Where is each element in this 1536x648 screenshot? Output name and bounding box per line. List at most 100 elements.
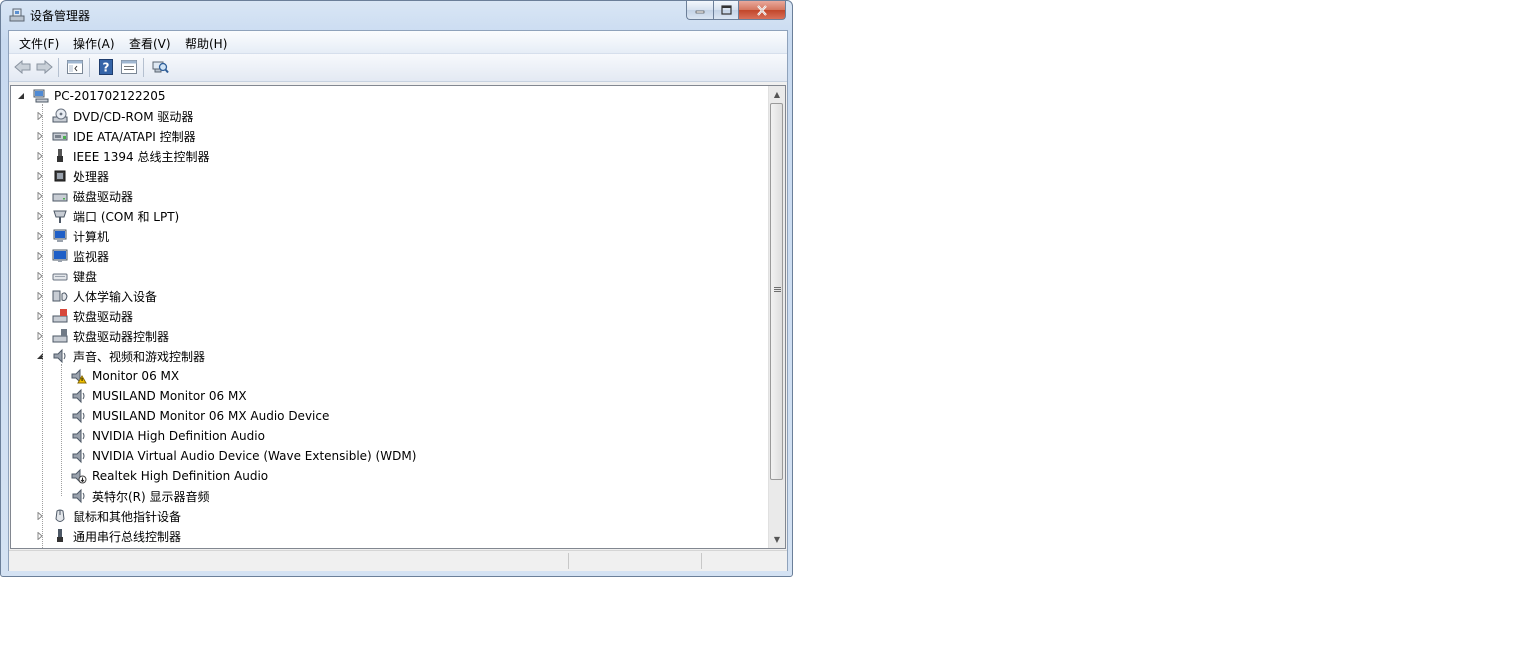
tree-item-label: 声音、视频和游戏控制器 <box>73 349 206 364</box>
dvd-drive-icon <box>52 108 68 123</box>
tree-item-label: Monitor 06 MX <box>92 369 180 383</box>
tree-device[interactable]: Realtek High Definition Audio <box>71 466 268 486</box>
title-bar[interactable]: 设备管理器 <box>1 1 792 29</box>
device-manager-window: 设备管理器 文件(F) 操作(A) 查看(V) 帮助(H) ? ▲ ▼ PC-2… <box>0 0 793 577</box>
tree-item-label: 端口 (COM 和 LPT) <box>73 209 180 224</box>
tree-device[interactable]: 英特尔(R) 显示器音频 <box>71 486 210 506</box>
menu-bar: 文件(F) 操作(A) 查看(V) 帮助(H) <box>9 31 787 54</box>
tree-item-label: 软盘驱动器 <box>73 309 134 324</box>
help-icon: ? <box>99 59 113 75</box>
maximize-icon <box>720 5 732 15</box>
processor-icon <box>54 170 66 182</box>
tree-item-label: NVIDIA Virtual Audio Device (Wave Extens… <box>92 449 417 463</box>
tree-item-label: NVIDIA High Definition Audio <box>92 429 265 443</box>
scroll-down-icon: ▼ <box>773 535 781 544</box>
vertical-scrollbar[interactable]: ▲ ▼ <box>768 86 785 548</box>
tree-category[interactable]: 磁盘驱动器 <box>52 186 133 206</box>
tree-category[interactable]: 软盘驱动器 <box>52 306 133 326</box>
menu-action[interactable]: 操作(A) <box>73 35 115 52</box>
menu-file[interactable]: 文件(F) <box>19 35 59 52</box>
port-icon <box>53 210 67 223</box>
back-icon <box>13 60 30 74</box>
svg-text:?: ? <box>103 61 110 75</box>
tree-item-label: 人体学输入设备 <box>73 289 158 304</box>
tree-item-label: 计算机 <box>73 229 110 244</box>
tree-device[interactable]: NVIDIA Virtual Audio Device (Wave Extens… <box>71 446 416 466</box>
tree-device[interactable]: MUSILAND Monitor 06 MX Audio Device <box>71 406 329 426</box>
speaker-icon <box>53 348 66 364</box>
tree-category[interactable]: 声音、视频和游戏控制器 <box>52 346 205 366</box>
tree-item-label: 英特尔(R) 显示器音频 <box>92 489 210 504</box>
speaker-icon <box>72 428 85 444</box>
client-area: 文件(F) 操作(A) 查看(V) 帮助(H) ? ▲ ▼ PC-2017021… <box>8 30 788 571</box>
keyboard-icon <box>52 273 68 281</box>
tree-category[interactable]: IDE ATA/ATAPI 控制器 <box>52 126 196 146</box>
tree-item-label: DVD/CD-ROM 驱动器 <box>73 109 194 124</box>
speaker-disabled-icon <box>71 468 87 484</box>
tree-category[interactable]: 通用串行总线控制器 <box>52 526 181 546</box>
speaker-icon <box>72 388 85 404</box>
tree-category[interactable]: DVD/CD-ROM 驱动器 <box>52 106 193 126</box>
status-panel-2 <box>701 553 702 569</box>
close-icon <box>757 4 767 16</box>
scroll-thumb[interactable] <box>770 103 783 480</box>
tree-category[interactable]: 键盘 <box>52 266 97 286</box>
properties-icon <box>121 60 137 74</box>
back-button[interactable] <box>12 58 32 76</box>
tree-device[interactable]: MUSILAND Monitor 06 MX <box>71 386 247 406</box>
tree-item-label: IDE ATA/ATAPI 控制器 <box>73 129 196 144</box>
tree-item-label: 处理器 <box>73 169 110 184</box>
tree-item-label: PC-201702122205 <box>54 89 166 103</box>
scroll-up-icon: ▲ <box>773 90 781 99</box>
mouse-icon <box>55 509 65 522</box>
tree-device[interactable]: NVIDIA High Definition Audio <box>71 426 265 446</box>
floppy-controller-icon <box>52 329 68 343</box>
tree-category[interactable]: 软盘驱动器控制器 <box>52 326 169 346</box>
scroll-down-button[interactable]: ▼ <box>769 531 785 548</box>
monitor-icon <box>52 249 68 262</box>
floppy-drive-icon <box>52 309 68 323</box>
tree-category[interactable]: 人体学输入设备 <box>52 286 157 306</box>
tree-item-label: 键盘 <box>73 269 98 284</box>
tree-category[interactable]: IEEE 1394 总线主控制器 <box>52 146 209 166</box>
help-button[interactable]: ? <box>96 58 116 76</box>
speaker-icon <box>72 408 85 424</box>
tree-category[interactable]: 计算机 <box>52 226 109 246</box>
speaker-icon <box>72 448 85 464</box>
tree-root-computer[interactable]: PC-201702122205 <box>33 86 166 106</box>
tree-item-label: 软盘驱动器控制器 <box>73 329 170 344</box>
minimize-button[interactable] <box>686 1 713 20</box>
status-bar <box>9 550 787 571</box>
tree-item-label: IEEE 1394 总线主控制器 <box>73 149 210 164</box>
tree-category[interactable]: 监视器 <box>52 246 109 266</box>
tree-device[interactable]: Monitor 06 MX <box>71 366 179 386</box>
menu-view[interactable]: 查看(V) <box>129 35 171 52</box>
scroll-up-button[interactable]: ▲ <box>769 86 785 103</box>
forward-icon <box>36 60 53 74</box>
speaker-icon <box>72 488 85 504</box>
window-title: 设备管理器 <box>30 9 91 23</box>
tree-category[interactable]: 处理器 <box>52 166 109 186</box>
tree-category[interactable]: 端口 (COM 和 LPT) <box>52 206 179 226</box>
tree-item-label: MUSILAND Monitor 06 MX Audio Device <box>92 409 330 423</box>
device-tree[interactable]: ▲ ▼ PC-201702122205 DVD/CD-ROM 驱动器 IDE ATA… <box>10 85 786 549</box>
device-manager-icon <box>9 8 25 22</box>
tree-item-label: 通用串行总线控制器 <box>73 529 182 544</box>
collapse-arrow-icon[interactable] <box>17 92 25 100</box>
usb-icon <box>57 529 63 542</box>
tree-item-label: 磁盘驱动器 <box>73 189 134 204</box>
show-hide-console-tree-button[interactable] <box>65 58 85 76</box>
tree-category[interactable]: 鼠标和其他指针设备 <box>52 506 181 526</box>
toolbar: ? <box>9 54 787 82</box>
maximize-button[interactable] <box>713 1 739 20</box>
properties-button[interactable] <box>119 58 139 76</box>
ide-controller-icon <box>52 132 68 141</box>
scan-hardware-button[interactable] <box>150 58 170 76</box>
forward-button[interactable] <box>34 58 54 76</box>
status-panel-1 <box>568 553 569 569</box>
tree-item-label: 监视器 <box>73 249 110 264</box>
tree-item-label: MUSILAND Monitor 06 MX <box>92 389 247 403</box>
menu-help[interactable]: 帮助(H) <box>185 35 227 52</box>
close-button[interactable] <box>739 1 786 20</box>
hid-icon <box>52 290 68 302</box>
